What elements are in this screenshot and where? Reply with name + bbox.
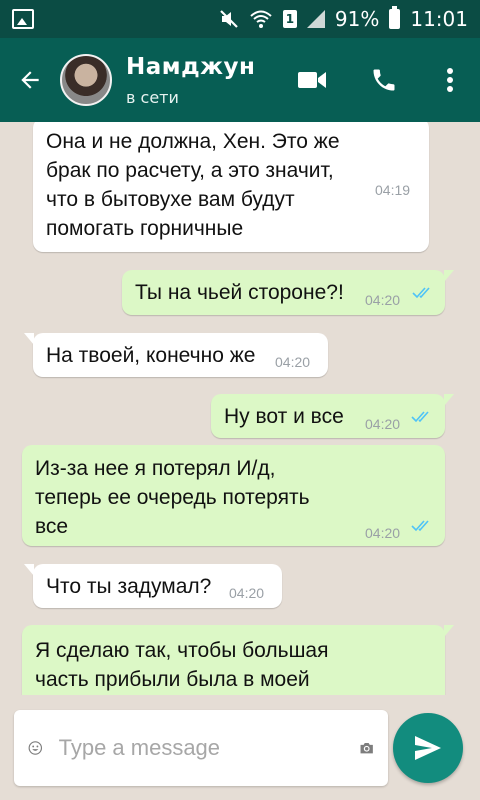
message-outgoing[interactable]: Ты на чьей стороне?! 04:20 xyxy=(122,270,454,315)
message-text: Она и не должна, Хен. Это же брак по рас… xyxy=(46,130,340,240)
message-input[interactable] xyxy=(56,734,349,762)
avatar[interactable] xyxy=(60,54,112,106)
battery-percent: 91% xyxy=(334,7,380,31)
camera-icon[interactable] xyxy=(359,728,374,768)
gallery-notification-icon xyxy=(12,9,34,29)
message-time: 04:20 xyxy=(365,292,401,308)
arrow-left-icon xyxy=(21,71,39,89)
phone-icon xyxy=(373,69,395,91)
message-text: Из-за нее я потерял И/д, теперь ее очере… xyxy=(35,457,310,538)
message-text: На твоей, конечно же xyxy=(46,344,256,367)
message-text: Что ты задумал? xyxy=(46,575,212,598)
message-outgoing[interactable]: Я сделаю так, чтобы большая часть прибыл… xyxy=(22,625,454,695)
back-button[interactable] xyxy=(0,38,60,122)
send-button[interactable] xyxy=(393,713,463,783)
contact-status: в сети xyxy=(126,87,179,107)
message-time: 04:20 xyxy=(365,416,401,432)
video-camera-icon xyxy=(298,72,326,88)
message-incoming[interactable]: Она и не должна, Хен. Это же брак по рас… xyxy=(33,122,429,252)
message-time: 04:19 xyxy=(375,182,411,198)
message-outgoing[interactable]: Ну вот и все 04:20 xyxy=(211,394,454,438)
message-text: Ты на чьей стороне?! xyxy=(135,281,344,304)
signal-icon xyxy=(306,10,325,28)
double-check-icon xyxy=(411,520,429,532)
message-time: 04:20 xyxy=(275,354,311,370)
message-incoming[interactable]: На твоей, конечно же 04:20 xyxy=(24,333,328,377)
wifi-icon xyxy=(250,10,272,28)
message-text: Ну вот и все xyxy=(224,405,344,428)
send-icon xyxy=(415,736,441,760)
message-time: 04:20 xyxy=(365,525,401,541)
more-vertical-icon xyxy=(447,68,453,92)
message-incoming[interactable]: Что ты задумал? 04:20 xyxy=(24,564,282,608)
menu-button[interactable] xyxy=(420,38,480,122)
message-time: 04:20 xyxy=(229,585,265,601)
battery-icon xyxy=(389,6,401,29)
message-text: Я сделаю так, чтобы большая часть прибыл… xyxy=(35,639,329,691)
emoji-icon[interactable] xyxy=(28,729,43,767)
chat-header: Намджун в сети xyxy=(0,38,480,122)
video-call-button[interactable] xyxy=(276,38,348,122)
clock: 11:01 xyxy=(410,7,468,31)
mute-icon xyxy=(220,10,238,28)
double-check-icon xyxy=(411,411,429,423)
contact-name: Намджун xyxy=(126,53,256,80)
contact-info[interactable]: Намджун в сети xyxy=(126,54,276,107)
message-composer xyxy=(14,710,388,786)
sim-icon: 1 xyxy=(282,10,297,28)
message-list[interactable]: Она и не должна, Хен. Это же брак по рас… xyxy=(0,122,480,695)
status-bar: 1 91% 11:01 xyxy=(0,0,480,38)
message-outgoing[interactable]: Из-за нее я потерял И/д, теперь ее очере… xyxy=(22,445,445,546)
voice-call-button[interactable] xyxy=(348,38,420,122)
double-check-icon xyxy=(412,287,430,299)
